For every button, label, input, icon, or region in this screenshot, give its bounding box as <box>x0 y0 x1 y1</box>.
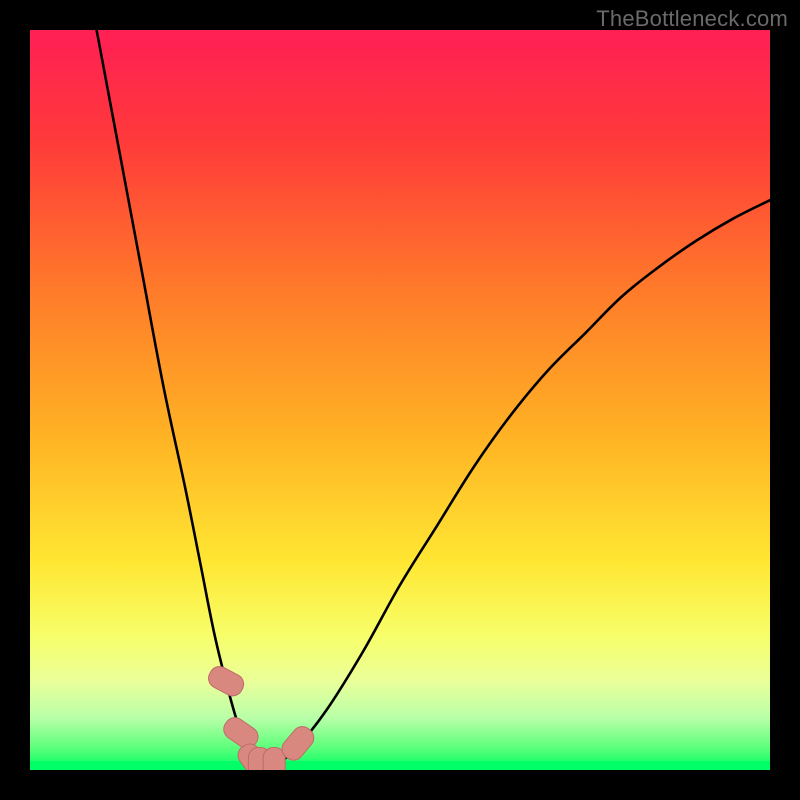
bottleneck-curve <box>97 30 770 768</box>
highlight-marker <box>205 663 247 699</box>
chart-frame: TheBottleneck.com <box>0 0 800 800</box>
plot-area <box>30 30 770 770</box>
curve-layer <box>30 30 770 770</box>
watermark-text: TheBottleneck.com <box>596 6 788 32</box>
highlight-markers <box>205 663 318 770</box>
